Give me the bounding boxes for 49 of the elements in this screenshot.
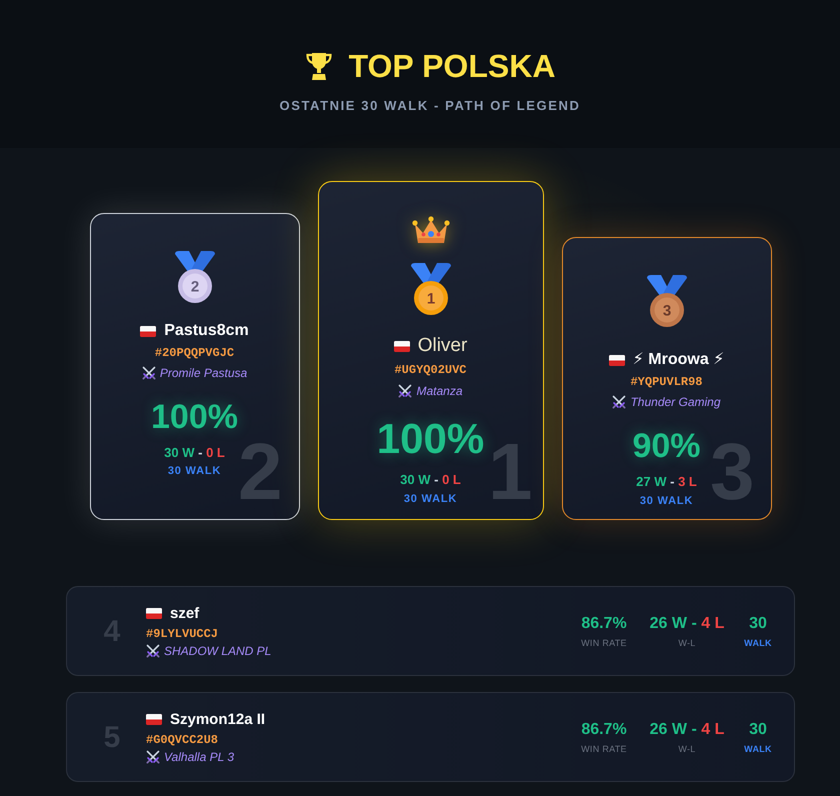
player-tag: #20PQQPVGJC [154, 345, 234, 361]
trophy-icon [304, 51, 333, 81]
page-subtitle: OSTATNIE 30 WALK - PATH OF LEGEND [279, 98, 580, 114]
crossed-swords-icon [146, 644, 160, 658]
clan-name: Valhalla PL 3 [164, 748, 234, 764]
battle-count: 30 WALK [640, 494, 694, 508]
page-title: TOP POLSKA [348, 47, 556, 86]
win-rate: 90% [632, 426, 701, 466]
stat-label: WALK [743, 636, 773, 648]
flag-icon [146, 608, 162, 619]
stat-label: WIN RATE [580, 636, 628, 648]
crossed-swords-icon [612, 395, 626, 409]
flag-icon [140, 326, 156, 336]
win-rate: 100% [376, 415, 484, 463]
win-loss-record: 30 W - 0 L [164, 445, 225, 461]
clan-name: Matanza [416, 383, 463, 399]
win-rate: 100% [151, 397, 238, 437]
win-rate: 86.7% [580, 720, 628, 740]
flag-icon [146, 714, 162, 725]
battle-count: 30 WALK [168, 464, 222, 478]
player-tag: #UGYQ02UVC [394, 362, 466, 378]
crossed-swords-icon [142, 366, 156, 380]
crossed-swords-icon [398, 384, 412, 398]
win-loss-record: 26 W - 4 L [648, 720, 726, 740]
player-tag: #YQPUVLR98 [630, 374, 702, 390]
battle-count: 30 WALK [404, 492, 458, 506]
player-tag: #G0QVCC2U8 [146, 732, 266, 748]
stat-label: W-L [677, 742, 697, 754]
player-name: Szymon12a II [170, 710, 266, 730]
win-loss-record: 30 W - 0 L [400, 472, 461, 488]
player-tag: #9LYLVUCCJ [146, 626, 272, 642]
win-rate: 86.7% [580, 614, 628, 634]
clan-name: Thunder Gaming [630, 394, 721, 410]
win-loss-record: 27 W - 3 L [636, 474, 697, 490]
battle-count: 30 [748, 720, 768, 740]
flag-icon [394, 340, 410, 352]
stat-label: W-L [677, 636, 697, 648]
clan-name: SHADOW LAND PL [164, 642, 272, 658]
player-name: Oliver [418, 336, 468, 356]
stat-label: WIN RATE [580, 742, 628, 754]
player-name: Pastus8cm [164, 321, 249, 341]
win-loss-record: 26 W - 4 L [648, 614, 726, 634]
clan-name: Promile Pastusa [160, 365, 248, 381]
flag-icon [608, 354, 625, 366]
player-name: szef [170, 604, 200, 624]
battle-count: 30 [748, 614, 768, 634]
crossed-swords-icon [146, 750, 160, 764]
player-name: ⚡ Mroowa ⚡ [632, 350, 724, 370]
stat-label: WALK [743, 742, 773, 754]
